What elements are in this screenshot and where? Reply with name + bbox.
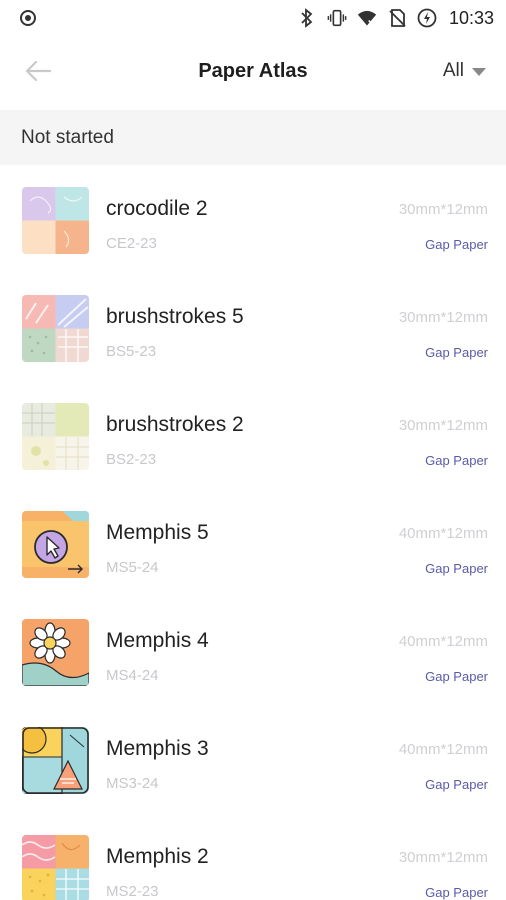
item-size: 40mm*12mm (398, 633, 488, 650)
vibrate-icon (327, 8, 347, 28)
item-code: MS3-24 (106, 775, 159, 792)
item-size: 30mm*12mm (398, 849, 488, 866)
section-header: Not started (0, 110, 506, 165)
item-name: Memphis 2 (106, 845, 209, 868)
item-type: Gap Paper (425, 777, 488, 792)
item-type: Gap Paper (425, 561, 488, 576)
list-item[interactable]: Memphis 5 MS5-24 40mm*12mm Gap Paper (0, 489, 506, 597)
list-item[interactable]: crocodile 2 CE2-23 30mm*12mm Gap Paper (0, 165, 506, 273)
filter-label: All (442, 60, 464, 81)
item-name: crocodile 2 (106, 197, 208, 220)
list-item[interactable]: Memphis 4 MS4-24 40mm*12mm Gap Paper (0, 597, 506, 705)
item-size: 30mm*12mm (398, 309, 488, 326)
item-type: Gap Paper (425, 237, 488, 252)
app-header: Paper Atlas All (0, 36, 506, 110)
item-code: MS5-24 (106, 559, 159, 576)
chevron-down-icon (472, 68, 486, 76)
no-sim-icon (387, 8, 407, 28)
paper-thumbnail (22, 511, 89, 578)
item-code: MS4-24 (106, 667, 159, 684)
item-code: CE2-23 (106, 235, 157, 252)
back-arrow-icon (24, 59, 52, 88)
item-code: BS5-23 (106, 343, 157, 360)
item-code: BS2-23 (106, 451, 157, 468)
item-type: Gap Paper (425, 885, 488, 900)
item-name: Memphis 5 (106, 521, 209, 544)
section-title: Not started (21, 126, 114, 148)
item-name: brushstrokes 5 (106, 305, 244, 328)
page-title: Paper Atlas (198, 60, 308, 82)
item-type: Gap Paper (425, 453, 488, 468)
paper-thumbnail (22, 619, 89, 686)
paper-list: crocodile 2 CE2-23 30mm*12mm Gap Paper b… (0, 165, 506, 900)
paper-thumbnail (22, 403, 89, 470)
paper-thumbnail (22, 187, 89, 254)
record-icon (18, 8, 38, 28)
item-size: 40mm*12mm (398, 525, 488, 542)
status-time: 10:33 (448, 7, 494, 28)
list-item[interactable]: brushstrokes 2 BS2-23 30mm*12mm Gap Pape… (0, 381, 506, 489)
paper-thumbnail (22, 727, 89, 794)
item-type: Gap Paper (425, 345, 488, 360)
item-size: 40mm*12mm (398, 741, 488, 758)
item-name: brushstrokes 2 (106, 413, 244, 436)
paper-thumbnail (22, 295, 89, 362)
paper-thumbnail (22, 835, 89, 900)
wifi-icon (357, 8, 377, 28)
item-name: Memphis 3 (106, 737, 209, 760)
list-item[interactable]: Memphis 2 MS2-23 30mm*12mm Gap Paper (0, 813, 506, 900)
item-size: 30mm*12mm (398, 201, 488, 218)
item-name: Memphis 4 (106, 629, 209, 652)
list-item[interactable]: brushstrokes 5 BS5-23 30mm*12mm Gap Pape… (0, 273, 506, 381)
list-item[interactable]: Memphis 3 MS3-24 40mm*12mm Gap Paper (0, 705, 506, 813)
back-button[interactable] (22, 58, 54, 88)
status-bar: 10:33 (0, 0, 506, 36)
item-type: Gap Paper (425, 669, 488, 684)
item-code: MS2-23 (106, 883, 159, 900)
bluetooth-icon (297, 8, 317, 28)
filter-dropdown[interactable]: All (443, 60, 486, 82)
battery-charging-icon (417, 8, 437, 28)
item-size: 30mm*12mm (398, 417, 488, 434)
